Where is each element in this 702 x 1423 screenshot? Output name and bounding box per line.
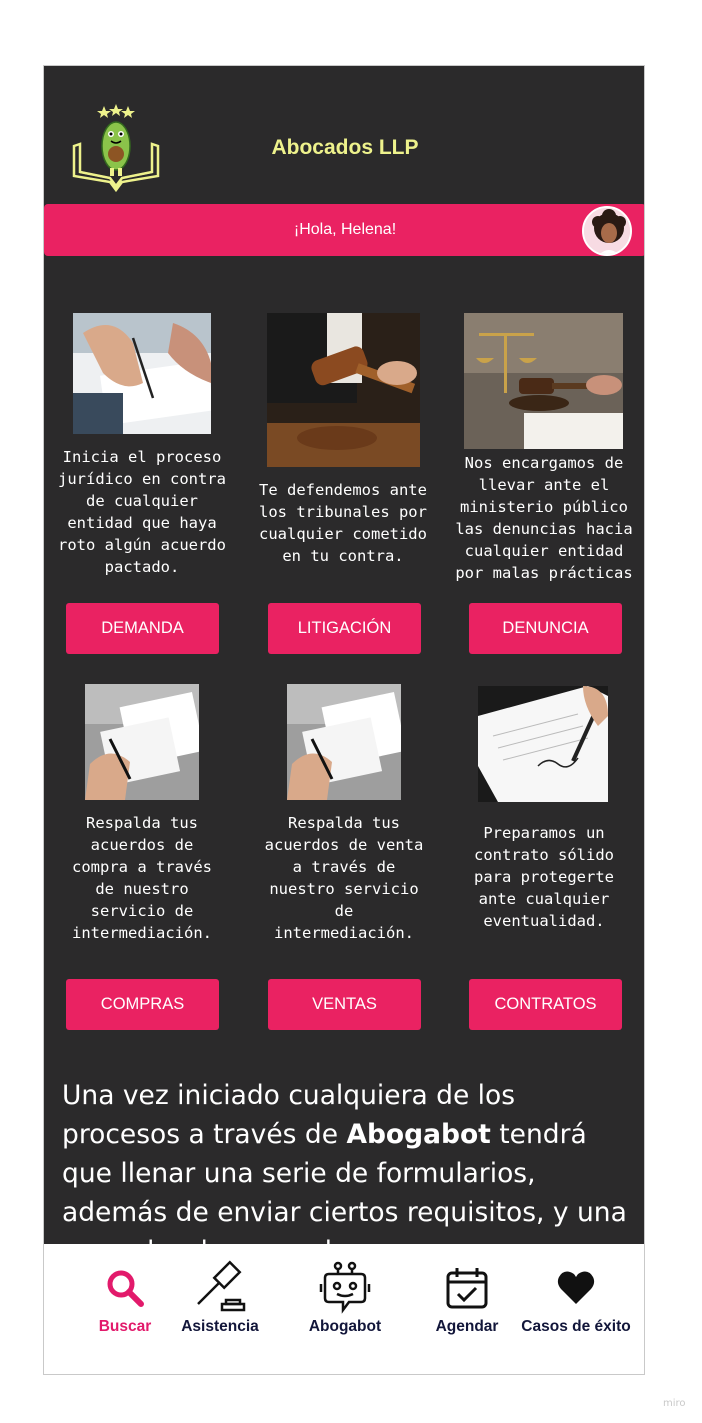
demanda-button[interactable]: DEMANDA [66,603,219,654]
app-screen: Abocados LLP ¡Hola, Helena! Inicia el pr [43,65,645,1375]
contratos-button[interactable]: CONTRATOS [469,979,622,1030]
service-description-denuncia: Nos encargamos de llevar ante el ministe… [455,454,633,582]
denuncia-button[interactable]: DENUNCIA [469,603,622,654]
judge-gavel-photo [267,313,420,467]
robot-icon [317,1260,373,1316]
greeting-bar: ¡Hola, Helena! [44,204,644,256]
nav-casos-de-exito[interactable]: Casos de éxito [521,1260,631,1336]
contract-signing-photo [73,313,211,434]
scales-of-justice-photo [464,313,623,449]
pen-signing-contract-photo [478,686,608,802]
nav-label-casos-de-exito: Casos de éxito [521,1318,631,1335]
compras-button[interactable]: COMPRAS [66,979,219,1030]
calendar-check-icon [439,1260,495,1316]
nav-buscar[interactable]: Buscar [96,1260,154,1336]
greeting-text: ¡Hola, Helena! [293,221,397,238]
litigacion-button[interactable]: LITIGACIÓN [268,603,421,654]
ventas-button[interactable]: VENTAS [268,979,421,1030]
user-avatar[interactable] [582,206,632,256]
nav-agendar[interactable]: Agendar [434,1260,500,1336]
nav-label-abogabot: Abogabot [308,1318,382,1335]
service-description-ventas: Respalda tus acuerdos de venta a través … [264,814,424,942]
service-description-compras: Respalda tus acuerdos de compra a través… [72,814,212,942]
nav-label-buscar: Buscar [98,1318,152,1335]
signing-document-photo-compras [85,684,199,800]
nav-abogabot[interactable]: Abogabot [306,1260,384,1336]
search-icon [97,1260,153,1316]
service-description-demanda: Inicia el proceso jurídico en contra de … [58,448,226,576]
nav-asistencia[interactable]: Asistencia [180,1260,260,1336]
service-description-contratos: Preparamos un contrato sólido para prote… [474,824,614,930]
app-title: Abocados LLP [271,136,419,159]
nav-label-asistencia: Asistencia [181,1318,259,1335]
gavel-icon [192,1260,248,1316]
signing-document-photo-ventas [287,684,401,800]
bottom-navigation: Buscar Asistencia Abogabot Agendar Casos… [44,1244,644,1374]
heart-icon [548,1260,604,1316]
intro-brand: Abogabot [346,1119,491,1150]
nav-label-agendar: Agendar [435,1318,499,1335]
service-description-litigacion: Te defendemos ante los tribunales por cu… [259,481,427,565]
miro-watermark: miro [663,1398,686,1409]
